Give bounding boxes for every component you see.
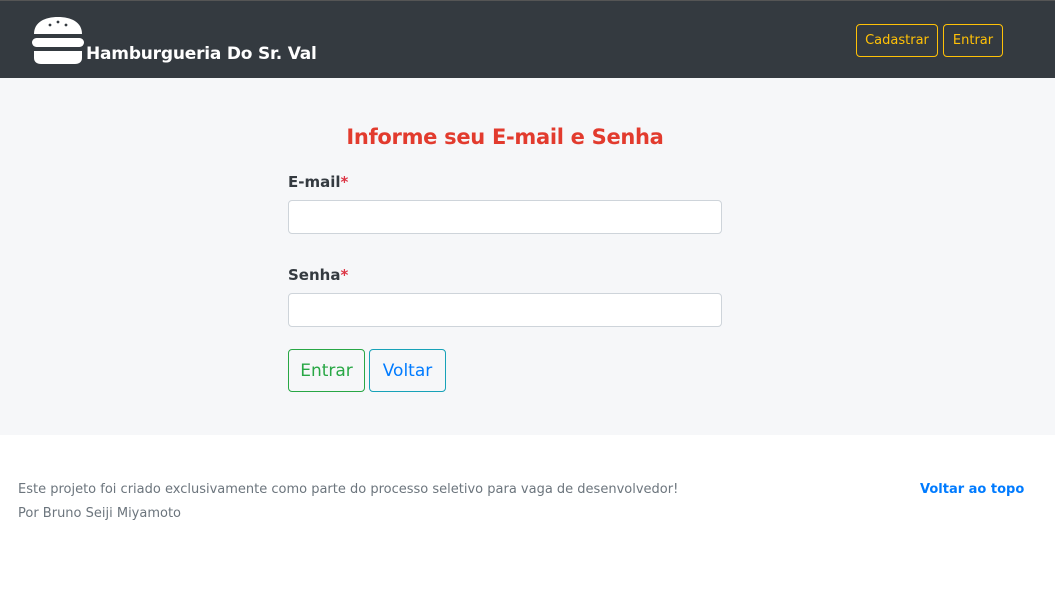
voltar-button[interactable]: Voltar — [369, 349, 446, 392]
senha-field[interactable] — [288, 293, 722, 327]
email-field[interactable] — [288, 200, 722, 234]
burger-icon — [32, 17, 84, 64]
entrar-button[interactable]: Entrar — [288, 349, 365, 392]
form-title: Informe seu E-mail e Senha — [346, 125, 664, 149]
footer-author: Por Bruno Seiji Miyamoto — [18, 506, 182, 521]
nav-entrar-button[interactable]: Entrar — [943, 24, 1003, 57]
email-label-text: E-mail — [288, 173, 341, 191]
cadastrar-button[interactable]: Cadastrar — [856, 24, 938, 57]
brand-name: Hamburgueria Do Sr. Val — [86, 44, 317, 64]
brand[interactable]: Hamburgueria Do Sr. Val — [31, 15, 317, 65]
required-marker: * — [340, 266, 349, 284]
footer-description: Este projeto foi criado exclusivamente c… — [18, 482, 679, 497]
login-section: Informe seu E-mail e Senha E-mail* Senha… — [0, 78, 1055, 435]
navbar: Hamburgueria Do Sr. Val Cadastrar Entrar — [0, 0, 1055, 78]
required-marker: * — [340, 173, 349, 191]
back-to-top-link[interactable]: Voltar ao topo — [920, 482, 1024, 497]
senha-label: Senha* — [288, 266, 348, 284]
email-label: E-mail* — [288, 173, 348, 191]
senha-label-text: Senha — [288, 266, 341, 284]
